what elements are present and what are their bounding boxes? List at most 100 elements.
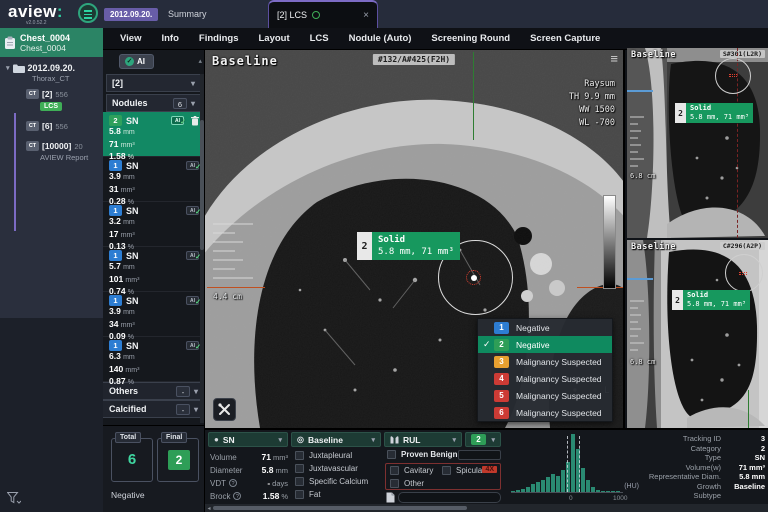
scale-ruler: [630, 300, 648, 352]
timepoint-dropdown[interactable]: ◎ Baseline ▾: [291, 432, 381, 447]
menu-item-category-1[interactable]: 1 Negative: [478, 319, 612, 336]
viewport-menu-icon[interactable]: ≡: [610, 51, 618, 66]
filter-funnel-icon[interactable]: [7, 492, 21, 506]
proven-benign-input[interactable]: [458, 450, 501, 460]
series-desc: AVIEW Report: [40, 153, 103, 162]
menu-item-category-6[interactable]: 6 Malignancy Suspected: [478, 404, 612, 421]
report-list-icon[interactable]: [78, 3, 98, 23]
ruler-label: 6.8 cm: [630, 358, 655, 366]
chevron-down-icon: ▾: [278, 436, 282, 444]
viewport-label: Baseline: [631, 242, 676, 252]
nodule-number-badge: 2: [675, 103, 686, 123]
nodule-annotation[interactable]: 2 Solid 5.8 mm, 71 mm³: [675, 103, 753, 123]
category-dropdown[interactable]: 2 ▾: [465, 432, 501, 447]
check-proven-benign[interactable]: Proven Benign: [387, 450, 457, 459]
help-icon[interactable]: ?: [233, 492, 241, 500]
lobe-dropdown[interactable]: RUL ▾: [384, 432, 462, 447]
menu-item-category-2-selected[interactable]: ✓2 Negative: [478, 336, 612, 353]
series-item-report[interactable]: CT [10000] 20: [26, 141, 103, 151]
menu-item-category-4[interactable]: 4 Malignancy Suspected: [478, 370, 612, 387]
morphology-group: Cavitary Spiculated 4X Other: [385, 463, 501, 490]
series-item-2[interactable]: CT [2] 556: [26, 89, 103, 99]
trash-icon[interactable]: [191, 116, 199, 126]
category-badge: 2: [471, 434, 486, 445]
chevron-down-icon: ▾: [452, 436, 456, 444]
scroll-left-icon[interactable]: ◂: [205, 505, 213, 512]
menu-layout[interactable]: Layout: [249, 33, 298, 44]
nodule-details-panel: ● SN ▾ Volume71mm³ Diameter5.8mm VDT?-da…: [205, 428, 768, 504]
note-icon[interactable]: [386, 492, 395, 503]
scroll-up-icon[interactable]: ▴: [198, 57, 202, 65]
menu-item-category-3[interactable]: 3 Malignancy Suspected: [478, 353, 612, 370]
study-desc: Thorax_CT: [32, 74, 103, 83]
slice-indicator: S#301(L2R): [720, 50, 765, 58]
nodule-item-selected[interactable]: 2 SN AI✓ 5.8 mm 71 mm³ 1.58 %: [103, 112, 204, 157]
nodule-annotation[interactable]: 2 Solid 5.8 mm, 71 mm³: [672, 290, 750, 310]
menu-screening-round[interactable]: Screening Round: [422, 33, 519, 44]
nodule-item[interactable]: 1 SN AI✓ 3.2 mm 17 mm³ 0.13 %: [103, 202, 204, 247]
menu-item-category-5[interactable]: 5 Malignancy Suspected: [478, 387, 612, 404]
window-info-overlay: Raysum TH 9.9 mm WW 1500 WL -700: [569, 78, 615, 130]
tools-button[interactable]: [213, 398, 236, 421]
ct-modality-icon: CT: [26, 121, 39, 131]
category-badge: 1: [109, 250, 122, 261]
menu-view[interactable]: View: [111, 33, 150, 44]
axial-viewport[interactable]: Baseline #132/A#425(F2H) Raysum TH 9.9 m…: [205, 50, 625, 428]
tab-summary[interactable]: Summary: [168, 9, 207, 19]
check-specific-calcium[interactable]: Specific Calcium: [295, 477, 368, 486]
help-icon[interactable]: ?: [229, 479, 237, 487]
tab-close-icon[interactable]: ×: [363, 10, 369, 21]
tab-lcs-active[interactable]: [2] LCS ×: [268, 0, 378, 28]
nodule-item[interactable]: 1 SN AI✓ 3.9 mm 31 mm³ 0.28 %: [103, 157, 204, 202]
check-other[interactable]: Other: [390, 479, 424, 488]
nodule-annotation[interactable]: 2 Solid 5.8 mm, 71 mm³: [357, 232, 460, 260]
study-tree: ▾ 2012.09.20. Thorax_CT CT [2] 556 LCS C…: [0, 57, 103, 289]
nodules-section-header[interactable]: Nodules 6 ▾: [106, 94, 201, 112]
sagittal-viewport[interactable]: Baseline S#301(L2R) 6.8 cm 2 Solid 5.8 m…: [627, 48, 768, 238]
check-juxtavascular[interactable]: Juxtavascular: [295, 464, 358, 473]
nodule-item[interactable]: 1 SN AI✓ 3.9 mm 34 mm³ 0.09 %: [103, 292, 204, 337]
coronal-viewport[interactable]: Baseline C#296(A2P) 6.8 cm 2 Solid 5.8 m…: [627, 240, 768, 428]
scrollbar-thumb[interactable]: [213, 506, 467, 510]
menu-nodule-auto[interactable]: Nodule (Auto): [340, 33, 421, 44]
slice-position-line[interactable]: [627, 90, 653, 92]
total-box: Total 6: [111, 438, 153, 482]
category-badge: 1: [109, 295, 122, 306]
check-fat[interactable]: Fat: [295, 490, 321, 499]
metric-volume: Volume71mm³: [210, 451, 288, 463]
ai-toggle-button[interactable]: ✓ AI: [119, 54, 154, 69]
info-category: Category2: [645, 444, 765, 454]
menu-findings[interactable]: Findings: [190, 33, 248, 44]
menu-info[interactable]: Info: [152, 33, 187, 44]
study-date-tab[interactable]: 2012.09.20.: [104, 8, 158, 21]
check-cavitary[interactable]: Cavitary: [390, 466, 433, 475]
ai-detected-icon: AI✓: [186, 341, 199, 350]
type-dropdown[interactable]: ● SN ▾: [208, 432, 288, 447]
menu-lcs[interactable]: LCS: [301, 33, 338, 44]
tree-branch-line: [14, 113, 16, 231]
menu-screen-capture[interactable]: Screen Capture: [521, 33, 609, 44]
total-label: Total: [115, 432, 141, 443]
nodule-item[interactable]: 1 SN AI✓ 6.3 mm 140 mm³ 0.87 %: [103, 337, 204, 382]
app-logo: aview:: [8, 2, 63, 22]
total-value: 6: [112, 451, 152, 468]
lcs-badge: LCS: [40, 102, 62, 111]
nodule-group-header[interactable]: [2] ▾: [106, 74, 201, 92]
info-volume: Volume(w)71 mm³: [645, 463, 765, 473]
nodule-item[interactable]: 1 SN AI✓ 5.7 mm 101 mm³ 0.74 %: [103, 247, 204, 292]
calcified-section-header[interactable]: Calcified - ▾: [103, 400, 204, 418]
chevron-down-icon[interactable]: ▾: [6, 64, 10, 72]
window-level-bar[interactable]: [603, 195, 616, 289]
overall-status: Negative: [111, 490, 145, 500]
lung-icon: [390, 435, 399, 444]
category-badge: 1: [109, 340, 122, 351]
horizontal-scrollbar[interactable]: ◂: [205, 504, 768, 512]
nodule-list-scrollbar[interactable]: [200, 74, 204, 423]
study-node[interactable]: ▾ 2012.09.20.: [6, 63, 103, 73]
note-input[interactable]: [398, 492, 501, 503]
series-item-6[interactable]: CT [6] 556: [26, 121, 103, 131]
check-juxtapleural[interactable]: Juxtapleural: [295, 451, 352, 460]
slice-position-line[interactable]: [627, 278, 653, 280]
info-tracking-id: Tracking ID3: [645, 434, 765, 444]
patient-item[interactable]: Chest_0004 Chest_0004: [0, 28, 103, 57]
